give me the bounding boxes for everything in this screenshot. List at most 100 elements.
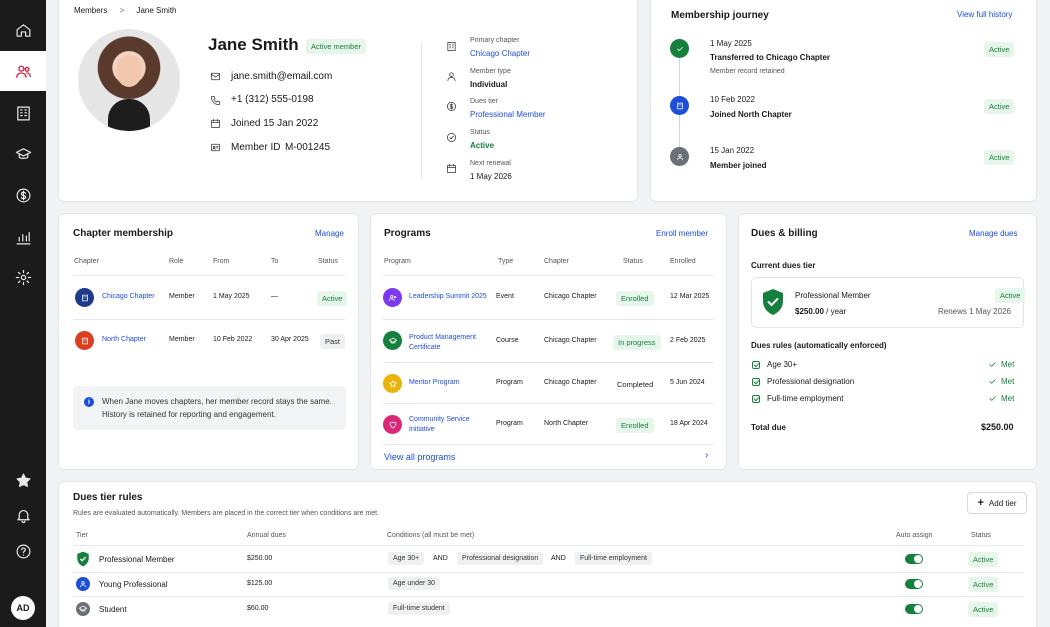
col-tier: Tier xyxy=(76,532,88,539)
dues-tier-label: Dues tier xyxy=(470,98,499,105)
chevron-right-icon[interactable]: › xyxy=(705,450,708,461)
program-name-link[interactable]: Community Service Initiative xyxy=(409,415,487,435)
member-phone[interactable]: +1 (312) 555-0198 xyxy=(231,94,314,105)
chapter-status-badge: Past xyxy=(320,334,346,349)
program-enrolled: 12 Mar 2025 xyxy=(670,293,710,300)
current-tier-box: Professional Member $250.00 / year Activ… xyxy=(751,277,1026,328)
current-tier-renews: Renews 1 May 2026 xyxy=(938,307,1011,316)
chapter-name-link[interactable]: North Chapter xyxy=(102,336,146,343)
check-icon xyxy=(989,396,996,401)
profile-divider xyxy=(421,43,422,179)
notifications-nav-button[interactable] xyxy=(0,495,46,535)
status-value: Active xyxy=(470,141,495,150)
user-avatar[interactable]: AD xyxy=(11,596,35,620)
condition-chip: Full-time employment xyxy=(575,552,652,565)
program-type: Program xyxy=(496,379,523,386)
check-icon xyxy=(989,362,996,367)
bell-icon xyxy=(16,509,30,523)
breadcrumb-members-link[interactable]: Members xyxy=(74,6,107,15)
timeline-check-icon xyxy=(670,39,689,58)
help-nav-button[interactable] xyxy=(0,531,46,571)
chapter-from: 1 May 2025 xyxy=(213,293,250,300)
program-chapter: Chicago Chapter xyxy=(544,379,597,386)
favorites-nav-button[interactable] xyxy=(0,460,46,500)
view-full-history-link[interactable]: View full history xyxy=(957,10,1012,19)
journey-event-date: 15 Jan 2022 xyxy=(710,146,755,155)
chapter-to: 30 Apr 2025 xyxy=(271,336,309,343)
journey-event-title: Transferred to Chicago Chapter xyxy=(710,53,831,62)
col-status: Status xyxy=(971,532,991,539)
divider xyxy=(383,403,714,404)
journey-card: Membership journey View full history 1 M… xyxy=(650,0,1037,202)
chapter-building-icon xyxy=(75,288,94,307)
tier-status-badge: Active xyxy=(968,577,999,592)
tier-rules-subtitle: Rules are evaluated automatically. Membe… xyxy=(73,510,380,517)
auto-assign-toggle[interactable] xyxy=(905,554,923,564)
current-tier-price: $250.00 xyxy=(795,307,824,316)
col-conditions: Conditions (all must be met) xyxy=(387,532,475,539)
building-icon xyxy=(445,40,457,52)
billing-nav-button[interactable] xyxy=(0,175,46,215)
programs-nav-button[interactable] xyxy=(0,134,46,174)
manage-chapters-link[interactable]: Manage xyxy=(315,229,344,238)
shield-icon xyxy=(763,289,783,315)
chapters-nav-button[interactable] xyxy=(0,93,46,133)
auto-assign-toggle[interactable] xyxy=(905,579,923,589)
program-enrolled: 2 Feb 2025 xyxy=(670,337,706,344)
bar-chart-icon xyxy=(16,231,30,244)
program-type: Program xyxy=(496,420,523,427)
tier-rules-card: Dues tier rules Rules are evaluated auto… xyxy=(58,481,1037,627)
dues-rule-name: Professional designation xyxy=(767,377,855,386)
primary-chapter-label: Primary chapter xyxy=(470,37,520,44)
members-nav-button[interactable] xyxy=(0,51,46,91)
add-tier-button[interactable]: + Add tier xyxy=(967,492,1027,514)
settings-nav-button[interactable] xyxy=(0,257,46,297)
next-renewal-value: 1 May 2026 xyxy=(470,172,512,181)
status-label: Status xyxy=(470,129,490,136)
dues-tier-link[interactable]: Professional Member xyxy=(470,110,546,119)
manage-dues-link[interactable]: Manage dues xyxy=(969,229,1017,238)
auto-assign-toggle[interactable] xyxy=(905,604,923,614)
program-status-badge: Enrolled xyxy=(616,291,654,306)
program-users-icon xyxy=(383,288,402,307)
user-icon xyxy=(445,70,457,82)
chapter-name-link[interactable]: Chicago Chapter xyxy=(102,293,155,300)
dues-rule-name: Age 30+ xyxy=(767,360,798,369)
program-heart-icon xyxy=(383,415,402,434)
divider xyxy=(73,275,345,276)
chapter-role: Member xyxy=(169,293,195,300)
home-nav-button[interactable] xyxy=(0,10,46,50)
total-due-label: Total due xyxy=(751,423,786,432)
program-name-link[interactable]: Leadership Summit 2025 xyxy=(409,293,487,300)
dues-rules-label: Dues rules (automatically enforced) xyxy=(751,341,887,350)
condition-chip: Age under 30 xyxy=(388,577,441,590)
program-status-badge: In progress xyxy=(613,335,661,350)
tier-name: Young Professional xyxy=(99,580,168,589)
rule-met: Met xyxy=(988,360,1014,369)
enroll-member-link[interactable]: Enroll member xyxy=(656,229,708,238)
breadcrumb-separator: > xyxy=(119,6,125,15)
current-tier-status: Active xyxy=(995,288,1026,303)
view-all-programs-link[interactable]: View all programs xyxy=(384,452,455,462)
col-chapter: Chapter xyxy=(544,258,569,265)
program-name-link[interactable]: Mentor Program xyxy=(409,379,460,386)
program-certificate-icon xyxy=(383,331,402,350)
chapter-building-icon xyxy=(75,331,94,350)
divider xyxy=(383,444,714,445)
divider xyxy=(73,319,345,320)
program-name-link[interactable]: Product Management Certificate xyxy=(409,333,487,353)
primary-chapter-link[interactable]: Chicago Chapter xyxy=(470,49,530,58)
add-tier-label: Add tier xyxy=(988,498,1017,508)
program-status-badge: Completed xyxy=(617,380,654,389)
reports-nav-button[interactable] xyxy=(0,217,46,257)
journey-event-note: Member record retained xyxy=(710,68,785,75)
rule-met-text: Met xyxy=(1001,394,1015,403)
dollar-icon xyxy=(16,188,30,202)
rule-met: Met xyxy=(988,394,1014,403)
program-type: Event xyxy=(496,293,514,300)
divider xyxy=(73,545,1024,546)
next-renewal-label: Next renewal xyxy=(470,160,511,167)
condition-chip: Full-time student xyxy=(388,602,450,615)
member-type-value: Individual xyxy=(470,80,508,89)
member-email[interactable]: jane.smith@email.com xyxy=(231,71,332,82)
